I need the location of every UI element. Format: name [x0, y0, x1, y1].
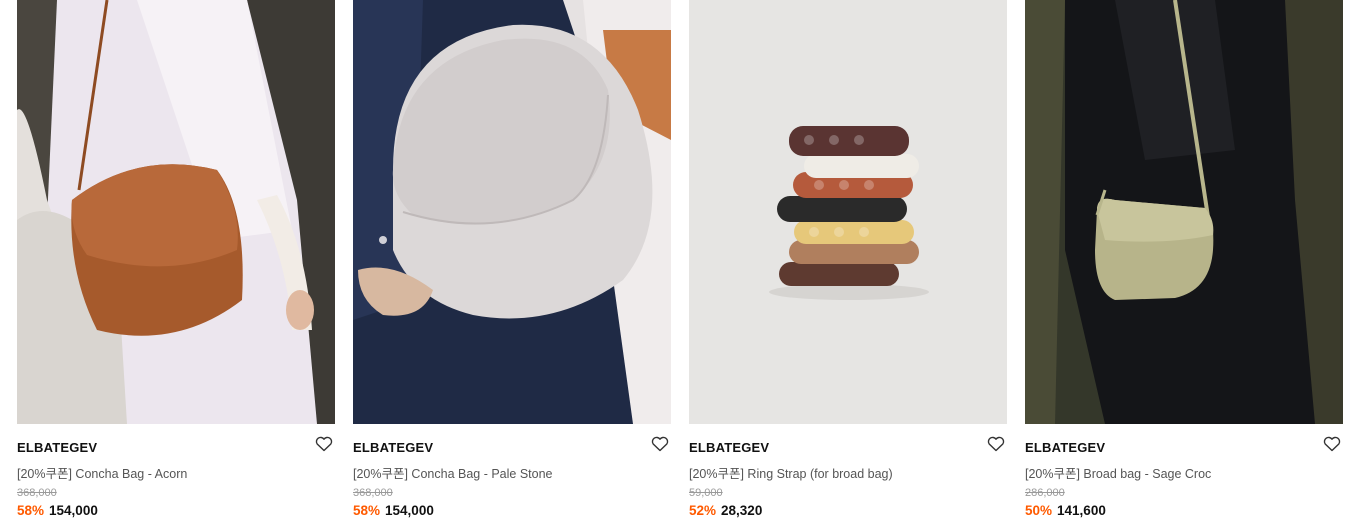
product-image[interactable]: [1025, 0, 1343, 424]
original-price: 59,000: [689, 487, 723, 499]
product-grid: ELBATEGEV [20%쿠폰] Concha Bag - Acorn 368…: [0, 0, 1348, 522]
price-row: 52% 28,320: [689, 503, 762, 518]
product-image[interactable]: [17, 0, 335, 424]
sale-price: 28,320: [721, 503, 763, 518]
brand-name[interactable]: ELBATEGEV: [17, 440, 97, 455]
sale-price: 154,000: [49, 503, 98, 518]
discount-rate: 50%: [1025, 503, 1053, 518]
sale-price: 154,000: [385, 503, 434, 518]
price-row: 58% 154,000: [353, 503, 434, 518]
price-row: 58% 154,000: [17, 503, 98, 518]
original-price: 368,000: [353, 487, 393, 499]
product-name[interactable]: [20%쿠폰] Concha Bag - Acorn: [17, 463, 187, 482]
product-name[interactable]: [20%쿠폰] Ring Strap (for broad bag): [689, 463, 893, 482]
brand-name[interactable]: ELBATEGEV: [1025, 440, 1105, 455]
discount-rate: 52%: [689, 503, 717, 518]
product-name[interactable]: [20%쿠폰] Broad bag - Sage Croc: [1025, 463, 1211, 482]
brand-name[interactable]: ELBATEGEV: [353, 440, 433, 455]
product-image[interactable]: [689, 0, 1007, 424]
heart-outline-icon[interactable]: [987, 436, 1005, 452]
product-name[interactable]: [20%쿠폰] Concha Bag - Pale Stone: [353, 463, 553, 482]
discount-rate: 58%: [17, 503, 45, 518]
heart-outline-icon[interactable]: [1323, 436, 1341, 452]
heart-outline-icon[interactable]: [315, 436, 333, 452]
price-row: 50% 141,600: [1025, 503, 1106, 518]
heart-outline-icon[interactable]: [651, 436, 669, 452]
product-card[interactable]: ELBATEGEV [20%쿠폰] Concha Bag - Acorn 368…: [17, 0, 335, 522]
discount-rate: 58%: [353, 503, 381, 518]
product-card[interactable]: ELBATEGEV [20%쿠폰] Ring Strap (for broad …: [689, 0, 1007, 522]
original-price: 286,000: [1025, 487, 1065, 499]
sale-price: 141,600: [1057, 503, 1106, 518]
product-card[interactable]: ELBATEGEV [20%쿠폰] Broad bag - Sage Croc …: [1025, 0, 1343, 522]
product-card[interactable]: ELBATEGEV [20%쿠폰] Concha Bag - Pale Ston…: [353, 0, 671, 522]
brand-name[interactable]: ELBATEGEV: [689, 440, 769, 455]
original-price: 368,000: [17, 487, 57, 499]
product-image[interactable]: [353, 0, 671, 424]
